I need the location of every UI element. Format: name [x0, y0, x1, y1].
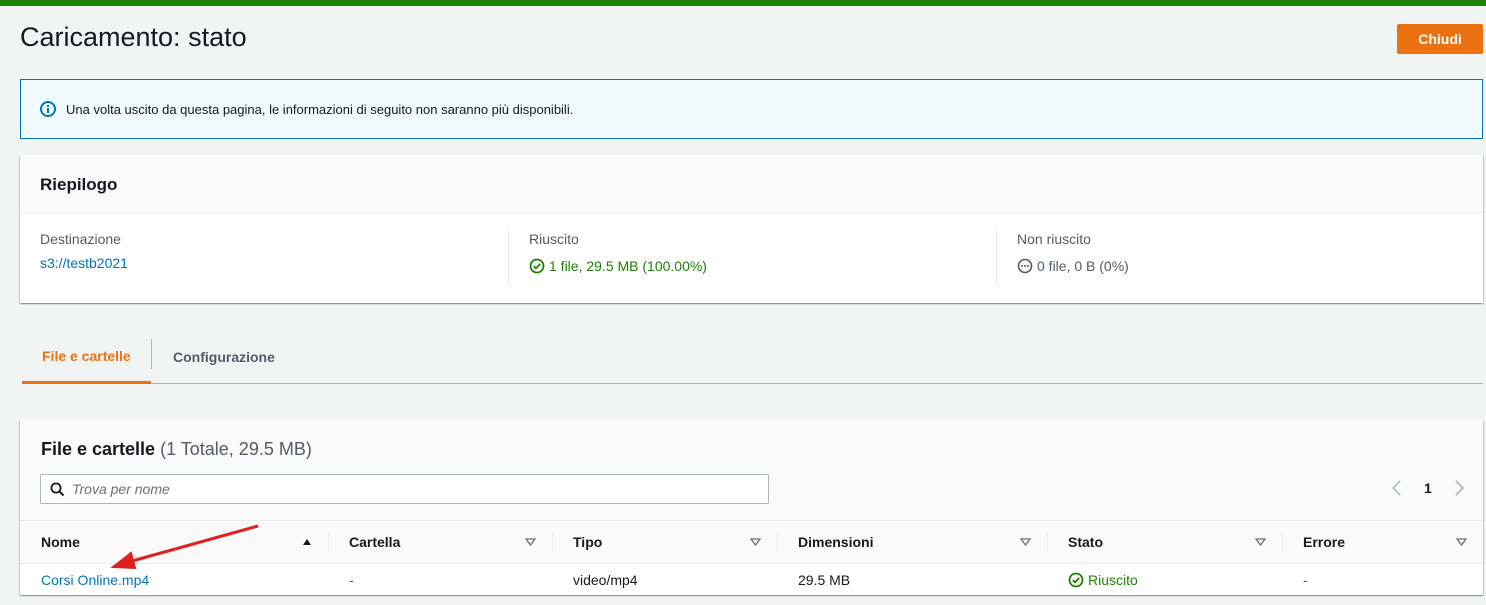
column-header-size[interactable]: Dimensioni — [777, 520, 1047, 564]
search-box — [40, 474, 769, 504]
succeeded-value: 1 file, 29.5 MB (100.00%) — [549, 258, 707, 274]
chevron-left-icon[interactable] — [1390, 478, 1402, 498]
file-folder: - — [349, 571, 354, 588]
check-circle-icon — [1068, 572, 1084, 588]
destination-label: Destinazione — [40, 231, 121, 247]
page-title: Caricamento: stato — [20, 22, 247, 52]
column-header-name[interactable]: Nome — [20, 520, 328, 564]
column-header-label: Stato — [1068, 534, 1103, 550]
search-input[interactable] — [72, 481, 752, 497]
sort-desc-icon[interactable] — [1255, 538, 1266, 546]
chevron-right-icon[interactable] — [1454, 478, 1466, 498]
files-count: (1 Totale, 29.5 MB) — [160, 439, 312, 459]
column-header-label: Dimensioni — [798, 534, 874, 550]
summary-panel: Riepilogo Destinazione s3://testb2021 Ri… — [20, 155, 1483, 303]
files-table: Nome Cartella Tipo Dimensioni Stato Erro… — [20, 520, 1483, 596]
files-title-text: File e cartelle — [41, 439, 156, 459]
top-accent-bar — [0, 0, 1486, 6]
column-header-status[interactable]: Stato — [1047, 520, 1282, 564]
file-size: 29.5 MB — [798, 571, 851, 588]
sort-desc-icon[interactable] — [1020, 538, 1031, 546]
sort-asc-icon[interactable] — [302, 538, 312, 546]
info-alert: Una volta uscito da questa pagina, le in… — [20, 79, 1483, 139]
column-header-label: Errore — [1303, 534, 1346, 550]
file-error: - — [1303, 571, 1308, 588]
tab-configuration[interactable]: Configurazione — [173, 330, 275, 384]
failed-value: 0 file, 0 B (0%) — [1037, 258, 1129, 274]
tab-bar: File e cartelle Configurazione — [22, 330, 1483, 384]
search-icon — [50, 482, 65, 497]
pagination: 1 — [1390, 478, 1466, 498]
column-header-label: Nome — [41, 534, 80, 550]
tab-files-and-folders[interactable]: File e cartelle — [22, 330, 151, 384]
tab-separator — [151, 339, 152, 369]
failed-column: Non riuscito 0 file, 0 B (0%) — [996, 228, 1483, 286]
column-header-label: Cartella — [349, 534, 401, 550]
page-number[interactable]: 1 — [1424, 480, 1432, 496]
succeeded-label: Riuscito — [529, 231, 579, 247]
file-status-label: Riuscito — [1088, 571, 1138, 588]
column-header-label: Tipo — [573, 534, 603, 550]
sort-desc-icon[interactable] — [525, 538, 536, 546]
destination-column: Destinazione s3://testb2021 — [20, 228, 508, 286]
check-circle-icon — [529, 258, 545, 274]
file-type: video/mp4 — [573, 571, 638, 588]
sort-desc-icon[interactable] — [1456, 538, 1467, 546]
ellipsis-circle-icon — [1017, 258, 1033, 274]
files-panel: File e cartelle (1 Totale, 29.5 MB) 1 No… — [20, 420, 1483, 595]
file-status: Riuscito — [1047, 564, 1282, 596]
table-row: Corsi Online.mp4 - video/mp4 29.5 MB Riu… — [20, 564, 1483, 596]
summary-title: Riepilogo — [20, 155, 1483, 213]
file-name-link[interactable]: Corsi Online.mp4 — [41, 572, 149, 588]
succeeded-column: Riuscito 1 file, 29.5 MB (100.00%) — [508, 228, 996, 286]
alert-message: Una volta uscito da questa pagina, le in… — [66, 101, 574, 117]
info-icon — [39, 100, 57, 118]
column-header-type[interactable]: Tipo — [552, 520, 777, 564]
failed-label: Non riuscito — [1017, 231, 1091, 247]
close-button[interactable]: Chiudi — [1397, 24, 1483, 54]
destination-link[interactable]: s3://testb2021 — [40, 255, 128, 271]
column-header-error[interactable]: Errore — [1282, 520, 1483, 564]
column-header-folder[interactable]: Cartella — [328, 520, 552, 564]
sort-desc-icon[interactable] — [750, 538, 761, 546]
files-title: File e cartelle (1 Totale, 29.5 MB) — [41, 439, 312, 460]
table-header-row: Nome Cartella Tipo Dimensioni Stato Erro… — [20, 520, 1483, 564]
